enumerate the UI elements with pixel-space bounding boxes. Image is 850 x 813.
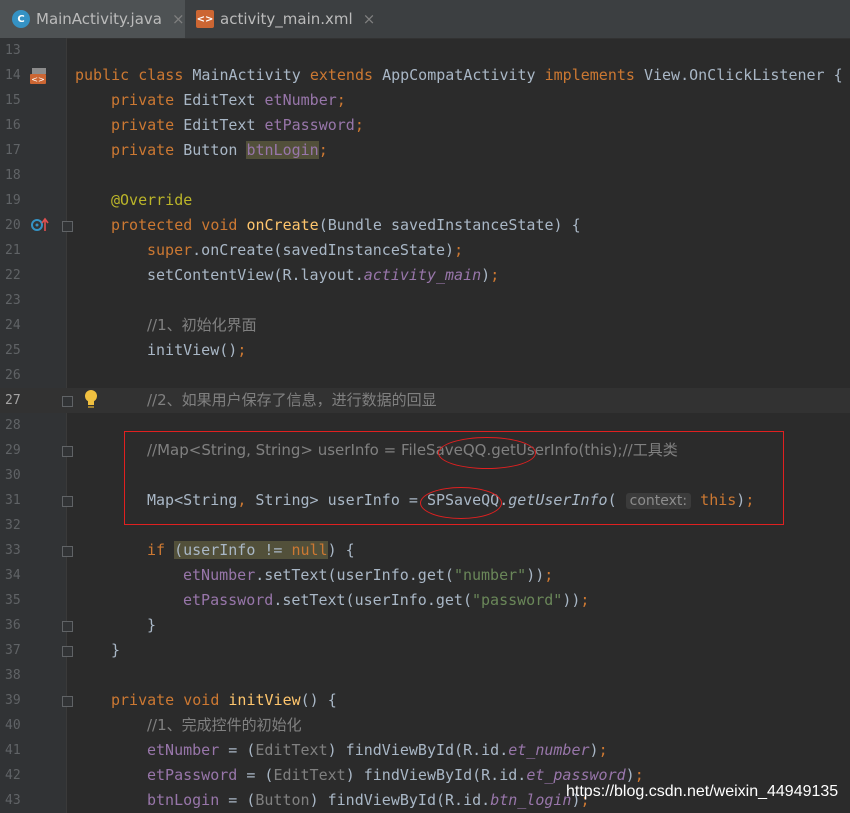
line-number: 13 xyxy=(5,43,21,58)
code-line: etNumber.setText(userInfo.get("number"))… xyxy=(183,566,554,584)
line-number: 43 xyxy=(5,793,21,808)
code-comment: //1、完成控件的初始化 xyxy=(147,716,302,734)
tab-label: MainActivity.java xyxy=(36,10,162,28)
code-line: private void initView() { xyxy=(111,691,337,709)
code-line: setContentView(R.layout.activity_main); xyxy=(147,266,500,284)
line-number: 32 xyxy=(5,518,21,533)
highlight-ellipse xyxy=(420,487,502,519)
code-line: protected void onCreate(Bundle savedInst… xyxy=(111,216,581,234)
code-line: initView(); xyxy=(147,341,247,359)
line-number: 33 xyxy=(5,543,21,558)
code-line: @Override xyxy=(111,191,193,209)
close-icon[interactable]: × xyxy=(363,10,376,28)
fold-icon[interactable] xyxy=(62,396,73,407)
lightbulb-icon[interactable] xyxy=(83,388,99,410)
line-number: 25 xyxy=(5,343,21,358)
code-line: public class MainActivity extends AppCom… xyxy=(75,66,843,84)
editor-tab-bar: C MainActivity.java × <> activity_main.x… xyxy=(0,0,850,39)
line-number: 15 xyxy=(5,93,21,108)
related-layout-icon[interactable]: <> xyxy=(29,67,49,85)
fold-icon[interactable] xyxy=(62,546,73,557)
watermark: https://blog.csdn.net/weixin_44949135 xyxy=(566,783,839,800)
tab-label: activity_main.xml xyxy=(220,10,353,28)
line-number: 34 xyxy=(5,568,21,583)
code-line: super.onCreate(savedInstanceState); xyxy=(147,241,464,259)
code-line: private EditText etPassword; xyxy=(111,116,364,134)
fold-icon[interactable] xyxy=(62,446,73,457)
xml-layout-icon: <> xyxy=(196,10,214,28)
line-number: 20 xyxy=(5,218,21,233)
line-number: 36 xyxy=(5,618,21,633)
override-method-icon[interactable] xyxy=(30,217,50,233)
line-number: 23 xyxy=(5,293,21,308)
fold-icon[interactable] xyxy=(62,621,73,632)
code-line: etNumber = (EditText) findViewById(R.id.… xyxy=(147,741,608,759)
code-line: } xyxy=(111,641,121,659)
close-icon[interactable]: × xyxy=(172,10,185,28)
line-number: 40 xyxy=(5,718,21,733)
line-number: 19 xyxy=(5,193,21,208)
line-number: 21 xyxy=(5,243,21,258)
line-number: 18 xyxy=(5,168,21,183)
fold-icon[interactable] xyxy=(62,221,73,232)
fold-icon[interactable] xyxy=(62,496,73,507)
fold-icon[interactable] xyxy=(62,696,73,707)
line-number: 38 xyxy=(5,668,21,683)
code-line: btnLogin = (Button) findViewById(R.id.bt… xyxy=(147,791,590,809)
line-number: 27 xyxy=(5,393,21,408)
line-number: 26 xyxy=(5,368,21,383)
line-number: 16 xyxy=(5,118,21,133)
line-number: 22 xyxy=(5,268,21,283)
line-number: 41 xyxy=(5,743,21,758)
line-number: 28 xyxy=(5,418,21,433)
line-number: 17 xyxy=(5,143,21,158)
fold-icon[interactable] xyxy=(62,646,73,657)
code-comment: //1、初始化界面 xyxy=(147,316,257,334)
tab-mainactivity-java[interactable]: C MainActivity.java × xyxy=(0,0,185,38)
highlight-ellipse xyxy=(438,437,536,469)
line-number: 37 xyxy=(5,643,21,658)
line-number: 14 xyxy=(5,68,21,83)
line-number: 31 xyxy=(5,493,21,508)
svg-text:<>: <> xyxy=(31,75,44,84)
code-comment: //2、如果用户保存了信息，进行数据的回显 xyxy=(147,391,437,409)
line-number: 29 xyxy=(5,443,21,458)
tab-activity-main-xml[interactable]: <> activity_main.xml × xyxy=(186,0,376,38)
code-line: private Button btnLogin; xyxy=(111,141,328,159)
line-number: 30 xyxy=(5,468,21,483)
line-number: 24 xyxy=(5,318,21,333)
code-line: if (userInfo != null) { xyxy=(147,541,355,559)
line-number: 42 xyxy=(5,768,21,783)
line-number: 35 xyxy=(5,593,21,608)
code-line: } xyxy=(147,616,157,634)
java-class-icon: C xyxy=(12,10,30,28)
line-number: 39 xyxy=(5,693,21,708)
code-line: private EditText etNumber; xyxy=(111,91,346,109)
code-line: etPassword.setText(userInfo.get("passwor… xyxy=(183,591,590,609)
